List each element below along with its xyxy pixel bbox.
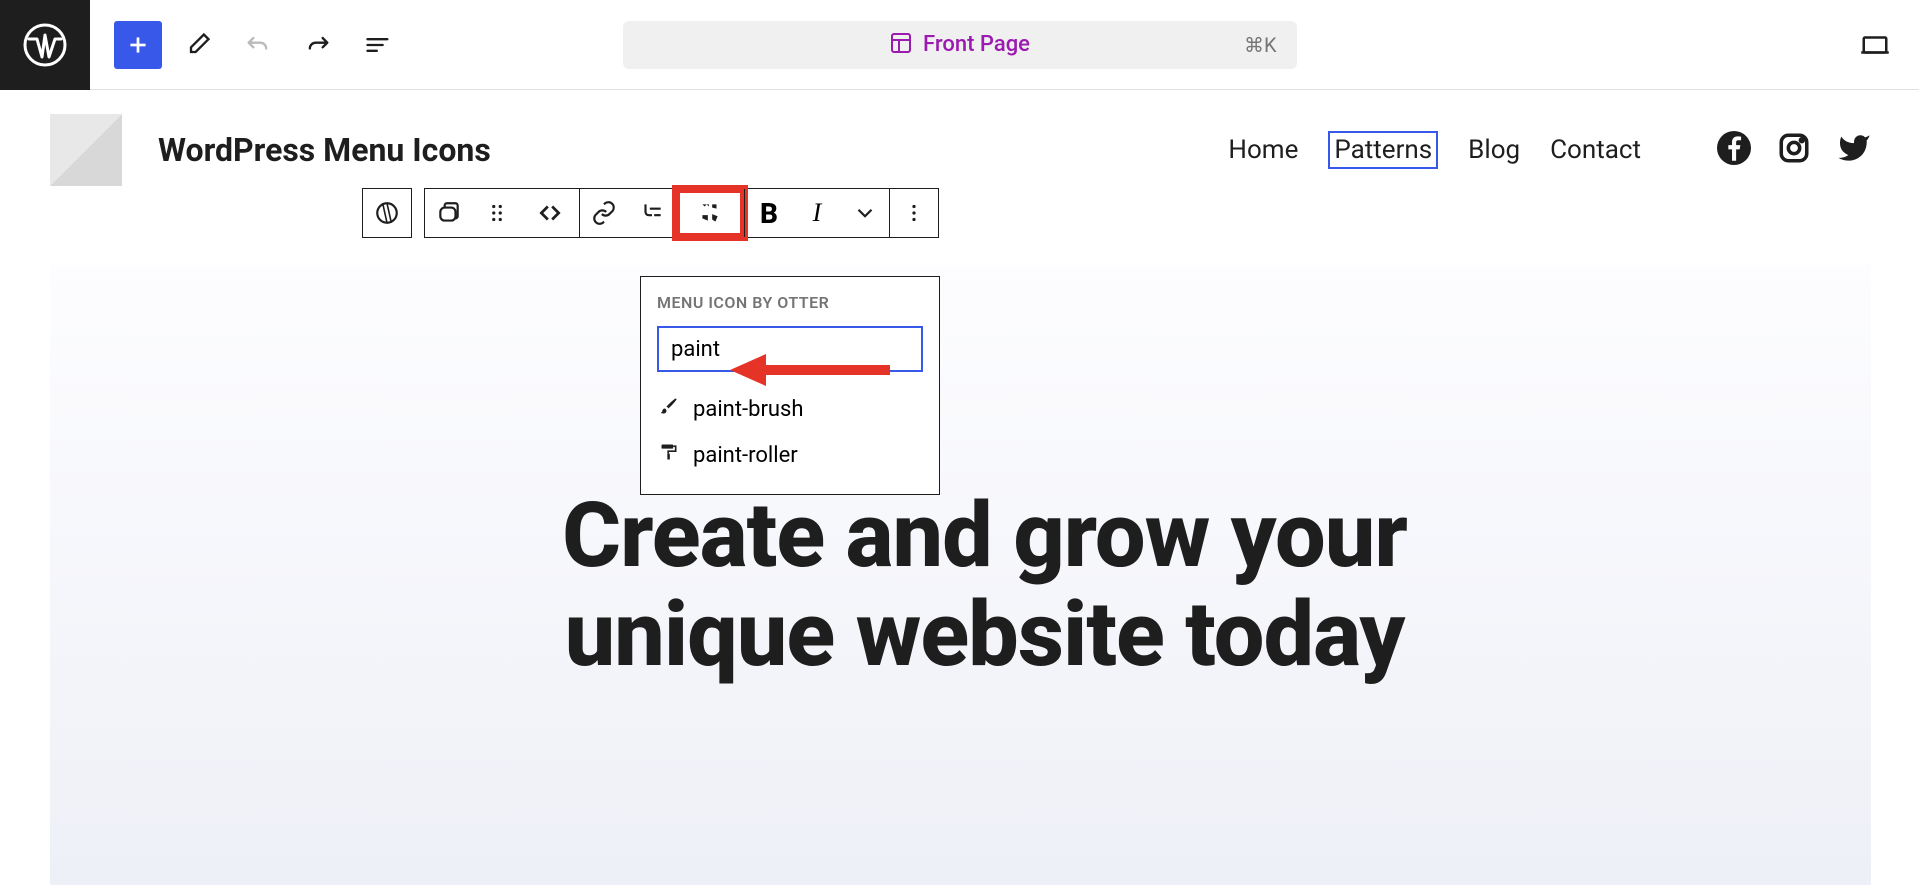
hero-line-2: unique website today [565, 582, 1405, 687]
submenu-icon[interactable] [628, 189, 676, 237]
italic-button[interactable]: I [793, 189, 841, 237]
nav-item-home[interactable]: Home [1228, 135, 1298, 165]
select-parent-icon[interactable] [425, 189, 473, 237]
site-title[interactable]: WordPress Menu Icons [158, 131, 491, 169]
icon-search-input[interactable] [657, 326, 923, 372]
document-title: Front Page [923, 32, 1030, 57]
icon-result-item[interactable]: paint-roller [657, 432, 923, 478]
site-logo-placeholder[interactable] [50, 114, 122, 186]
icon-result-item[interactable]: paint-brush [657, 386, 923, 432]
top-toolbar: Front Page ⌘K [0, 0, 1919, 90]
command-shortcut: ⌘K [1244, 33, 1277, 57]
more-options-icon[interactable] [890, 189, 938, 237]
hero-heading[interactable]: Create and grow your unique website toda… [50, 486, 1919, 684]
template-icon [889, 31, 913, 59]
link-icon[interactable] [580, 189, 628, 237]
paint-brush-icon [659, 396, 679, 422]
view-toggle-icon[interactable] [1851, 21, 1899, 69]
editor-canvas: WordPress Menu Icons Home Patterns Blog … [0, 90, 1919, 684]
undo-icon[interactable] [234, 21, 282, 69]
icon-result-label: paint-brush [693, 397, 804, 422]
nav-item-contact[interactable]: Contact [1550, 135, 1641, 165]
nav-item-blog[interactable]: Blog [1468, 135, 1520, 165]
redo-icon[interactable] [294, 21, 342, 69]
menu-icon-picker-button[interactable] [676, 189, 744, 237]
menu-icon-popover: MENU ICON BY OTTER paint-brush paint-rol… [640, 276, 940, 495]
icon-result-label: paint-roller [693, 443, 798, 468]
site-header: WordPress Menu Icons Home Patterns Blog … [50, 114, 1919, 186]
document-bar[interactable]: Front Page ⌘K [623, 21, 1297, 69]
icon-results-list: paint-brush paint-roller [657, 386, 923, 478]
more-formatting-dropdown[interactable] [841, 189, 889, 237]
move-arrows-icon[interactable] [521, 189, 579, 237]
facebook-icon[interactable] [1717, 131, 1751, 169]
bold-button[interactable]: B [745, 189, 793, 237]
document-overview-icon[interactable] [354, 21, 402, 69]
nav-item-patterns[interactable]: Patterns [1328, 131, 1438, 169]
social-icons [1717, 131, 1871, 169]
add-block-button[interactable] [114, 21, 162, 69]
navigation: Home Patterns Blog Contact [1228, 131, 1641, 169]
instagram-icon[interactable] [1777, 131, 1811, 169]
wordpress-logo[interactable] [0, 0, 90, 90]
hero-section: Create and grow your unique website toda… [50, 186, 1919, 684]
popover-title: MENU ICON BY OTTER [657, 293, 923, 312]
block-toolbar: B I [362, 188, 939, 238]
block-type-icon[interactable] [363, 189, 411, 237]
drag-handle-icon[interactable] [473, 189, 521, 237]
edit-tool-icon[interactable] [174, 21, 222, 69]
twitter-icon[interactable] [1837, 131, 1871, 169]
hero-line-1: Create and grow your [562, 483, 1407, 588]
paint-roller-icon [659, 442, 679, 468]
